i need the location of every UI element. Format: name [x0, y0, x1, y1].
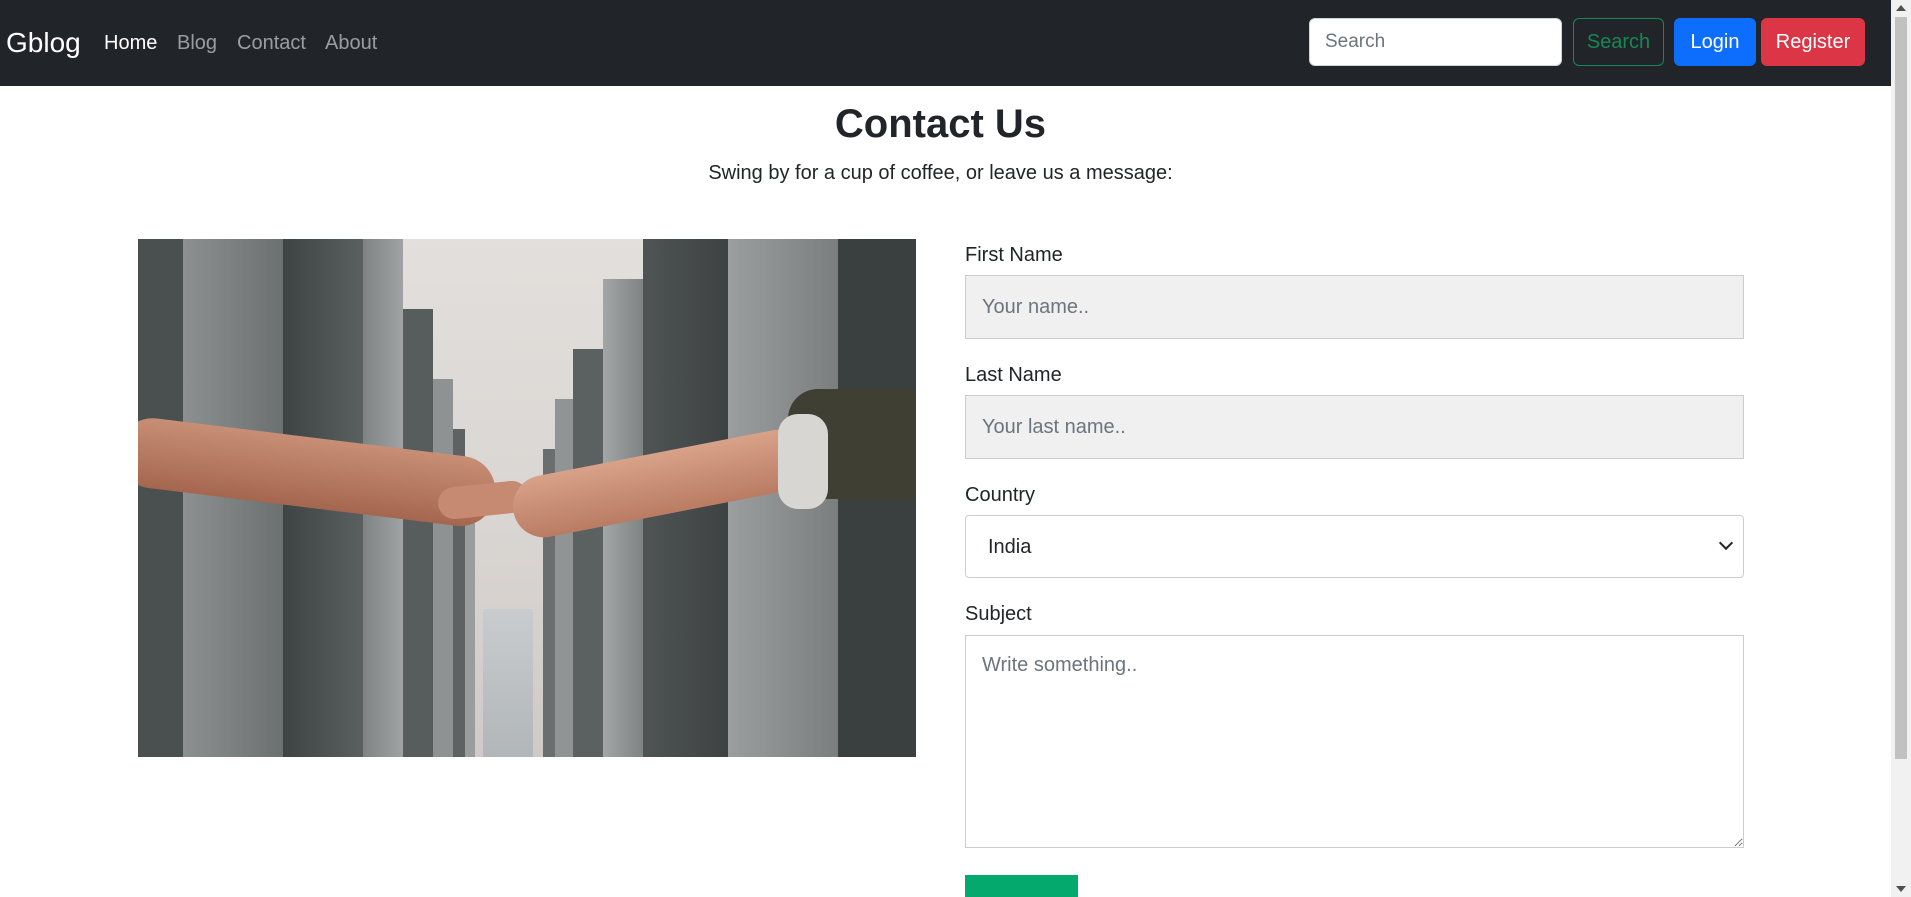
navbar: Gblog Home Blog Contact About Search Log…: [0, 0, 1891, 86]
nav-link-blog[interactable]: Blog: [177, 30, 217, 56]
scroll-up-arrow-icon[interactable]: [1896, 5, 1906, 11]
page-subtitle: Swing by for a cup of coffee, or leave u…: [708, 162, 1173, 184]
subject-label: Subject: [965, 603, 1032, 625]
brand-logo[interactable]: Gblog: [6, 25, 81, 61]
scroll-down-arrow-icon[interactable]: [1896, 886, 1906, 892]
login-button[interactable]: Login: [1674, 18, 1756, 66]
first-name-label: First Name: [965, 244, 1063, 266]
nav-link-home[interactable]: Home: [104, 30, 157, 56]
nav-link-contact[interactable]: Contact: [237, 30, 306, 56]
country-select[interactable]: India: [965, 515, 1744, 578]
last-name-label: Last Name: [965, 364, 1062, 386]
last-name-input[interactable]: [965, 395, 1744, 459]
page-title: Contact Us: [834, 102, 1047, 146]
scroll-thumb[interactable]: [1895, 17, 1907, 759]
register-button[interactable]: Register: [1761, 18, 1865, 66]
country-label: Country: [965, 484, 1036, 506]
country-select-value: India: [988, 536, 1032, 558]
nav-link-about[interactable]: About: [325, 30, 377, 56]
first-name-input[interactable]: [965, 275, 1744, 339]
search-input[interactable]: [1309, 18, 1562, 66]
chevron-down-icon: [1718, 535, 1734, 551]
submit-button[interactable]: [965, 875, 1078, 897]
search-button[interactable]: Search: [1573, 18, 1664, 66]
subject-textarea[interactable]: [965, 635, 1744, 848]
contact-photo: [138, 239, 916, 757]
page-scrollbar[interactable]: [1891, 0, 1911, 897]
